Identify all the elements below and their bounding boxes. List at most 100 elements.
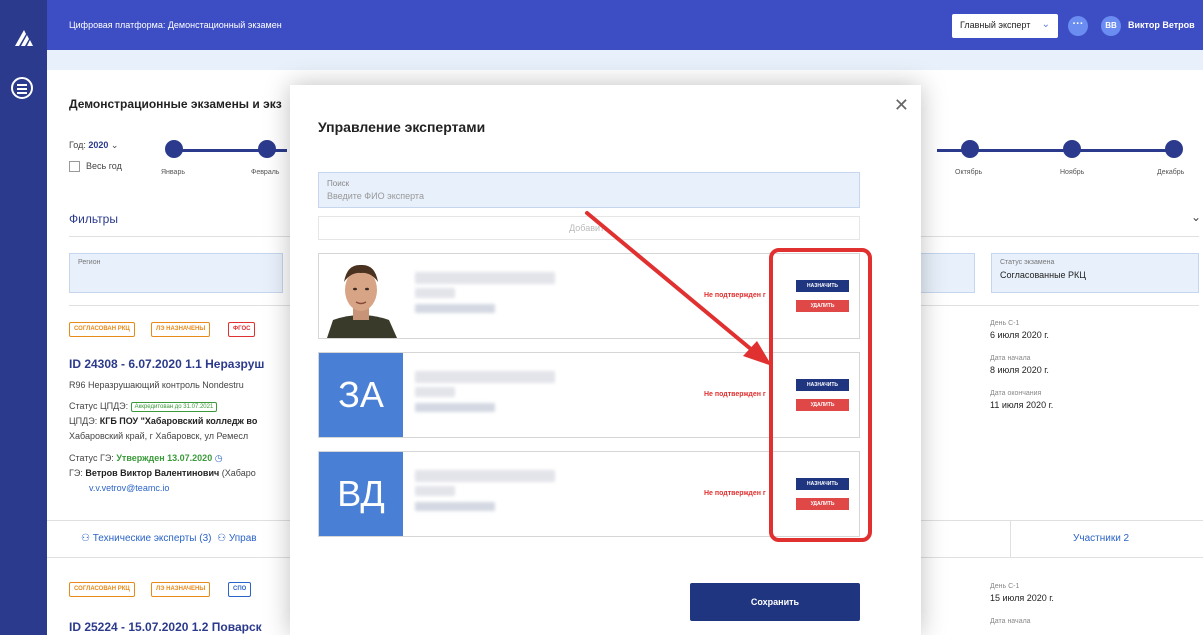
year-select[interactable]: Год: 2020 ⌄ <box>69 140 118 151</box>
blurred-detail <box>415 403 495 412</box>
expert-initials-avatar: ЗА <box>319 353 403 437</box>
checkbox-box[interactable] <box>69 161 80 173</box>
start-date-label: Дата начала <box>990 355 1031 362</box>
clock-icon[interactable]: ◷ <box>215 453 223 463</box>
timeline-dot-nov[interactable] <box>1063 140 1081 158</box>
logo-icon[interactable] <box>12 26 36 50</box>
filters-toggle[interactable]: Фильтры <box>69 212 118 226</box>
tab-tech-experts-label: Технические эксперты (3) <box>92 533 212 544</box>
sidebar <box>0 0 47 635</box>
year-value: 2020 <box>88 140 109 150</box>
exam-title[interactable]: ID 25224 - 15.07.2020 1.2 Поварск <box>69 620 262 634</box>
cpde-name: ЦПДЭ: КГБ ПОУ "Хабаровский колледж во <box>69 416 257 426</box>
breadcrumb-strip <box>47 50 1203 70</box>
exam-status-field[interactable]: Статус экзамена Согласованные РКЦ <box>991 253 1199 293</box>
blurred-detail <box>415 486 455 496</box>
menu-list-icon[interactable] <box>11 77 33 99</box>
cpde-status-label: Статус ЦПДЭ: <box>69 401 129 411</box>
month-label: Декабрь <box>1157 169 1185 176</box>
close-icon[interactable]: ✕ <box>894 95 909 116</box>
ge-status-value: Утвержден 13.07.2020 <box>116 453 213 463</box>
status-badge: ЛЭ НАЗНАЧЕНЫ <box>151 322 211 337</box>
chevron-down-icon[interactable]: ⌄ <box>1191 210 1201 224</box>
expert-status: Не подтвержден г <box>704 292 766 299</box>
ge-status: Статус ГЭ: Утвержден 13.07.2020 ◷ <box>69 453 223 464</box>
ge-region: (Хабаро <box>221 468 256 478</box>
blurred-detail <box>415 387 455 397</box>
status-badge: СПО <box>228 582 252 597</box>
day-c1-value: 6 июля 2020 г. <box>990 330 1049 340</box>
chevron-down-icon: ⌄ <box>110 140 119 150</box>
annotation-highlight-box <box>769 248 872 542</box>
cpde-status: Статус ЦПДЭ: Аккредитован до 31.07.2021 <box>69 401 218 412</box>
tab-tech-experts[interactable]: ⚇ Технические эксперты (3) ⚇ Управ <box>81 533 257 544</box>
cpde-value: КГБ ПОУ "Хабаровский колледж во <box>99 416 258 426</box>
top-bar: Цифровая платформа: Демонстационный экза… <box>47 0 1203 50</box>
modal-title: Управление экспертами <box>318 119 486 135</box>
month-label: Февраль <box>251 169 280 176</box>
exam-title[interactable]: ID 24308 - 6.07.2020 1.1 Неразруш <box>69 357 264 371</box>
accreditation-badge: Аккредитован до 31.07.2021 <box>130 401 218 412</box>
blurred-detail <box>415 304 495 313</box>
blurred-detail <box>415 502 495 511</box>
end-date-value: 11 июля 2020 г. <box>990 400 1054 410</box>
year-label: Год: <box>69 140 86 150</box>
blurred-name <box>415 470 555 482</box>
status-badge: ФГОС <box>228 322 256 337</box>
search-label: Поиск <box>327 179 350 188</box>
timeline-dot-oct[interactable] <box>961 140 979 158</box>
end-date-label: Дата окончания <box>990 390 1042 397</box>
expert-initials-avatar: ВД <box>319 452 403 536</box>
search-placeholder: Введите ФИО эксперта <box>327 191 424 201</box>
tab-participants[interactable]: Участники 2 <box>1073 533 1129 544</box>
filter-field[interactable] <box>920 253 975 293</box>
exam-status-label: Статус экзамена <box>1000 259 1055 266</box>
day-c1-label: День С-1 <box>990 320 1020 327</box>
avatar[interactable]: ВВ <box>1101 16 1121 36</box>
user-icon: ⚇ <box>81 533 90 544</box>
user-name[interactable]: Виктор Ветров <box>1128 20 1195 30</box>
month-label: Ноябрь <box>1060 169 1085 176</box>
chevron-down-icon: ⌄ <box>1041 19 1050 30</box>
ge-status-label: Статус ГЭ: <box>69 453 114 463</box>
expert-status: Не подтвержден г <box>704 391 766 398</box>
divider <box>1010 520 1011 558</box>
expert-status: Не подтвержден г <box>704 490 766 497</box>
status-badge: СОГЛАСОВАН РКЦ <box>69 582 135 597</box>
region-label: Регион <box>78 259 101 266</box>
exam-status-value: Согласованные РКЦ <box>1000 270 1086 280</box>
region-field[interactable]: Регион <box>69 253 283 293</box>
expert-photo <box>319 254 403 338</box>
expert-search-input[interactable]: Поиск Введите ФИО эксперта <box>318 172 860 208</box>
app-title: Цифровая платформа: Демонстационный экза… <box>69 20 282 30</box>
ge-email-link[interactable]: v.v.vetrov@teamc.io <box>89 483 169 493</box>
user-icon: ⚇ <box>217 533 227 544</box>
day-c1-value: 15 июля 2020 г. <box>990 593 1054 603</box>
timeline-dot-dec[interactable] <box>1165 140 1183 158</box>
add-expert-button[interactable]: Добавить <box>318 216 860 240</box>
start-date-value: 8 июля 2020 г. <box>990 365 1049 375</box>
timeline-dot-jan[interactable] <box>165 140 183 158</box>
status-badge: СОГЛАСОВАН РКЦ <box>69 322 135 337</box>
month-label: Октябрь <box>955 169 983 176</box>
save-button[interactable]: Сохранить <box>690 583 860 621</box>
blurred-detail <box>415 288 455 298</box>
role-select[interactable]: Главный эксперт ⌄ <box>952 14 1058 38</box>
ge-expert: ГЭ: Ветров Виктор Валентинович (Хабаро <box>69 468 256 478</box>
whole-year-label: Весь год <box>86 161 122 171</box>
timeline-dot-feb[interactable] <box>258 140 276 158</box>
day-c1-label: День С-1 <box>990 583 1020 590</box>
tab-manage-label: Управ <box>228 533 257 544</box>
ge-name: Ветров Виктор Валентинович <box>85 468 220 478</box>
page-title: Демонстрационные экзамены и экз <box>69 97 282 111</box>
more-icon[interactable]: ··· <box>1068 16 1088 36</box>
whole-year-checkbox[interactable]: Весь год <box>69 161 122 173</box>
status-badge: ЛЭ НАЗНАЧЕНЫ <box>151 582 211 597</box>
exam-competence: R96 Неразрушающий контроль Nondestru <box>69 380 244 390</box>
month-label: Январь <box>161 169 185 176</box>
address: Хабаровский край, г Хабаровск, ул Ремесл <box>69 431 249 441</box>
blurred-name <box>415 371 555 383</box>
ge-label: ГЭ: <box>69 468 83 478</box>
start-date-label: Дата начала <box>990 618 1031 625</box>
blurred-name <box>415 272 555 284</box>
